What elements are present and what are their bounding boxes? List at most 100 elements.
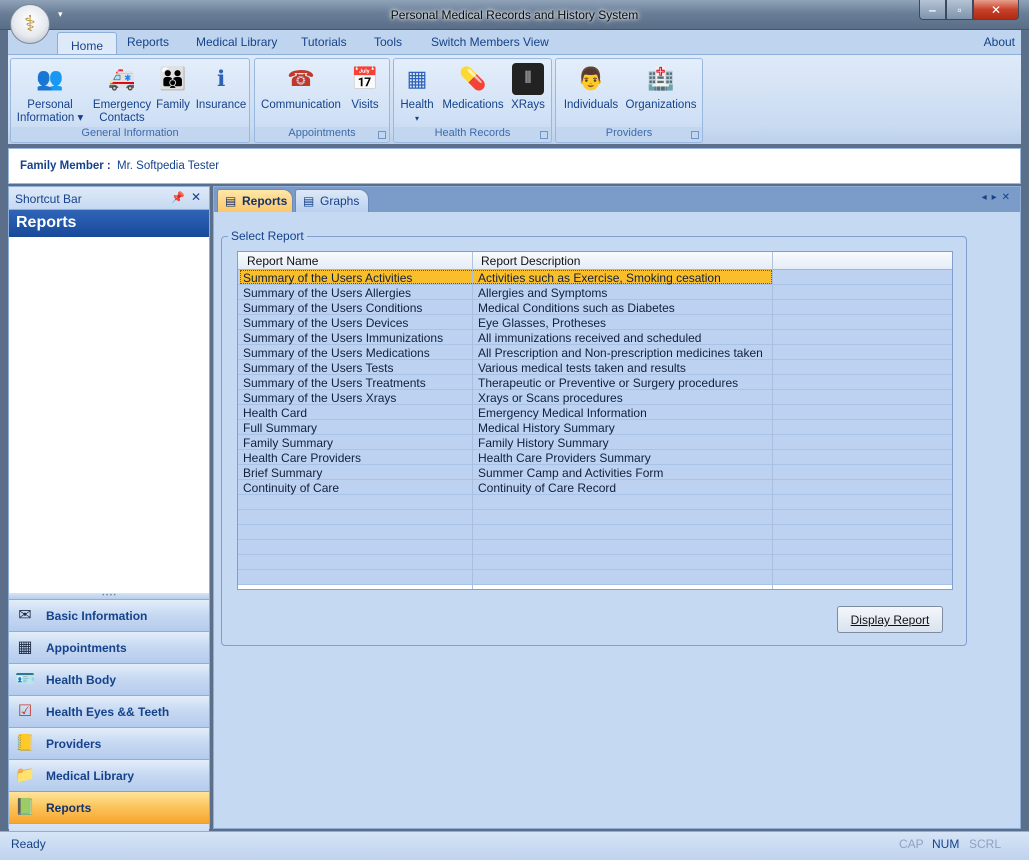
individuals-button[interactable]: 👨 Individuals	[559, 63, 623, 112]
group-appointments: ☎ Communication 📅 Visits Appointments	[254, 58, 390, 143]
personal-information-label-1: Personal	[27, 99, 73, 111]
table-row[interactable]: Summary of the Users Devices Eye Glasses,…	[238, 315, 952, 330]
table-row[interactable]: Summary of the Users Tests Various medica…	[238, 360, 952, 375]
nav-health-eyes-teeth[interactable]: ☑ Health Eyes && Teeth	[9, 695, 209, 727]
shortcut-bar-header: Shortcut Bar 📌 ✕	[9, 187, 209, 210]
doc-tab-graphs[interactable]: ▤ Graphs	[295, 189, 369, 212]
table-row[interactable]: Summary of the Users Medications All Pres…	[238, 345, 952, 360]
window-title: Personal Medical Records and History Sys…	[390, 8, 639, 22]
nav-health-body[interactable]: 🪪 Health Body	[9, 663, 209, 695]
table-row[interactable]: Full Summary Medical History Summary	[238, 420, 952, 435]
nav-basic-information[interactable]: ✉ Basic Information	[9, 599, 209, 631]
cell-report-description: Activities such as Exercise, Smoking ces…	[478, 271, 721, 285]
xrays-button[interactable]: ⦀ XRays	[508, 63, 548, 112]
cell-report-name: Summary of the Users Xrays	[243, 391, 397, 405]
tab-navigation-icons[interactable]: ◂▸✕	[982, 192, 1015, 203]
xray-icon: ⦀	[512, 63, 544, 95]
nav-appointments[interactable]: ▦ Appointments	[9, 631, 209, 663]
visits-button[interactable]: 📅 Visits	[345, 63, 385, 112]
hospital-icon: 🏥	[647, 66, 675, 91]
tab-tools[interactable]: Tools	[374, 35, 402, 49]
status-bar: Ready CAP NUM SCRL	[0, 831, 1029, 860]
family-label: Family	[156, 99, 190, 111]
maximize-button[interactable]: ▫	[946, 0, 973, 20]
table-row[interactable]: Continuity of Care Continuity of Care Rec…	[238, 480, 952, 495]
table-row[interactable]: Summary of the Users Treatments Therapeut…	[238, 375, 952, 390]
calendar-icon: ▦	[17, 639, 33, 656]
cell-report-description: Medical Conditions such as Diabetes	[478, 301, 675, 315]
tab-reports[interactable]: Reports	[127, 35, 169, 49]
cell-report-description: Various medical tests taken and results	[478, 361, 686, 375]
emergency-contacts-label-1: Emergency	[92, 99, 152, 111]
id-card-icon: 🪪	[15, 671, 35, 688]
health-records-dialog-launcher-icon[interactable]	[540, 131, 548, 139]
quick-access-dropdown-icon[interactable]: ▾	[58, 9, 63, 20]
column-separator[interactable]	[472, 252, 473, 270]
status-text: Ready	[11, 837, 46, 851]
providers-dialog-launcher-icon[interactable]	[691, 131, 699, 139]
checklist-icon: ☑	[17, 703, 33, 720]
column-separator[interactable]	[772, 252, 773, 270]
table-row[interactable]: Summary of the Users Allergies Allergies …	[238, 285, 952, 300]
cell-report-description: Family History Summary	[478, 436, 609, 450]
title-bar: Personal Medical Records and History Sys…	[0, 0, 1029, 30]
about-link[interactable]: About	[984, 35, 1015, 49]
empty-row	[238, 540, 952, 555]
tab-home[interactable]: Home	[57, 32, 117, 55]
emergency-contacts-button[interactable]: 🚑 Emergency Contacts	[89, 63, 155, 125]
table-row[interactable]: Summary of the Users Xrays Xrays or Scans…	[238, 390, 952, 405]
personal-information-label-2: Information ▾	[16, 112, 84, 124]
medications-label: Medications	[442, 99, 504, 111]
health-label: Health	[400, 99, 434, 111]
table-row[interactable]: Summary of the Users Conditions Medical C…	[238, 300, 952, 315]
cell-report-name: Summary of the Users Conditions	[243, 301, 423, 315]
table-row[interactable]: Brief Summary Summer Camp and Activities …	[238, 465, 952, 480]
cell-report-name: Summary of the Users Immunizations	[243, 331, 444, 345]
nav-medical-library[interactable]: 📁 Medical Library	[9, 759, 209, 791]
column-divider	[772, 270, 773, 589]
ribbon-tab-bar: Home Reports Medical Library Tutorials T…	[8, 30, 1021, 55]
nav-reports[interactable]: 📗 Reports	[9, 791, 209, 823]
table-row[interactable]: Summary of the Users Activities Activitie…	[238, 270, 952, 285]
personal-information-button[interactable]: 👥 Personal Information ▾	[15, 63, 85, 125]
personal-information-label-2-text: Information	[16, 112, 75, 124]
people-icon: 👥	[36, 66, 64, 91]
tab-tutorials[interactable]: Tutorials	[301, 35, 347, 49]
table-row[interactable]: Family Summary Family History Summary	[238, 435, 952, 450]
doctor-icon: 👨	[577, 66, 605, 91]
column-report-description[interactable]: Report Description	[481, 254, 580, 268]
close-button[interactable]: ✕	[973, 0, 1019, 20]
table-row[interactable]: Health Card Emergency Medical Information	[238, 405, 952, 420]
cell-report-name: Health Care Providers	[243, 451, 362, 465]
group-label-general: General Information	[11, 127, 249, 141]
family-member-value[interactable]: Mr. Softpedia Tester	[117, 160, 219, 172]
health-button[interactable]: ▦ Health ▾	[397, 63, 437, 125]
visits-label: Visits	[351, 99, 379, 111]
insurance-button[interactable]: ℹ Insurance	[193, 63, 249, 112]
organizations-button[interactable]: 🏥 Organizations	[622, 63, 700, 112]
close-icon[interactable]: ✕	[191, 190, 201, 204]
family-button[interactable]: 👪 Family	[153, 63, 193, 112]
tab-medical-library[interactable]: Medical Library	[196, 35, 277, 49]
pin-icon[interactable]: 📌	[171, 191, 185, 204]
nav-providers[interactable]: 📒 Providers	[9, 727, 209, 759]
app-menu-button[interactable]: ⚕	[10, 4, 50, 44]
minimize-button[interactable]: ‒	[919, 0, 946, 20]
select-report-legend: Select Report	[228, 229, 307, 243]
document-area: ▤ Reports ▤ Graphs ◂▸✕ Select Report Rep…	[213, 186, 1021, 829]
health-dropdown-icon: ▾	[414, 114, 419, 123]
table-row[interactable]: Health Care Providers Health Care Provide…	[238, 450, 952, 465]
organizations-label: Organizations	[625, 99, 697, 111]
appointments-dialog-launcher-icon[interactable]	[378, 131, 386, 139]
table-row[interactable]: Summary of the Users Immunizations All im…	[238, 330, 952, 345]
ribbon: 👥 Personal Information ▾ 🚑 Emergency Con…	[8, 54, 1021, 144]
display-report-button[interactable]: Display Report	[837, 606, 943, 633]
doc-tab-reports[interactable]: ▤ Reports	[217, 189, 293, 212]
column-report-name[interactable]: Report Name	[247, 254, 318, 268]
cell-report-name: Full Summary	[243, 421, 318, 435]
communication-button[interactable]: ☎ Communication	[258, 63, 344, 112]
group-providers: 👨 Individuals 🏥 Organizations Providers	[555, 58, 703, 143]
medications-button[interactable]: 💊 Medications	[439, 63, 507, 112]
empty-row	[238, 570, 952, 585]
tab-switch-members-view[interactable]: Switch Members View	[431, 35, 549, 49]
